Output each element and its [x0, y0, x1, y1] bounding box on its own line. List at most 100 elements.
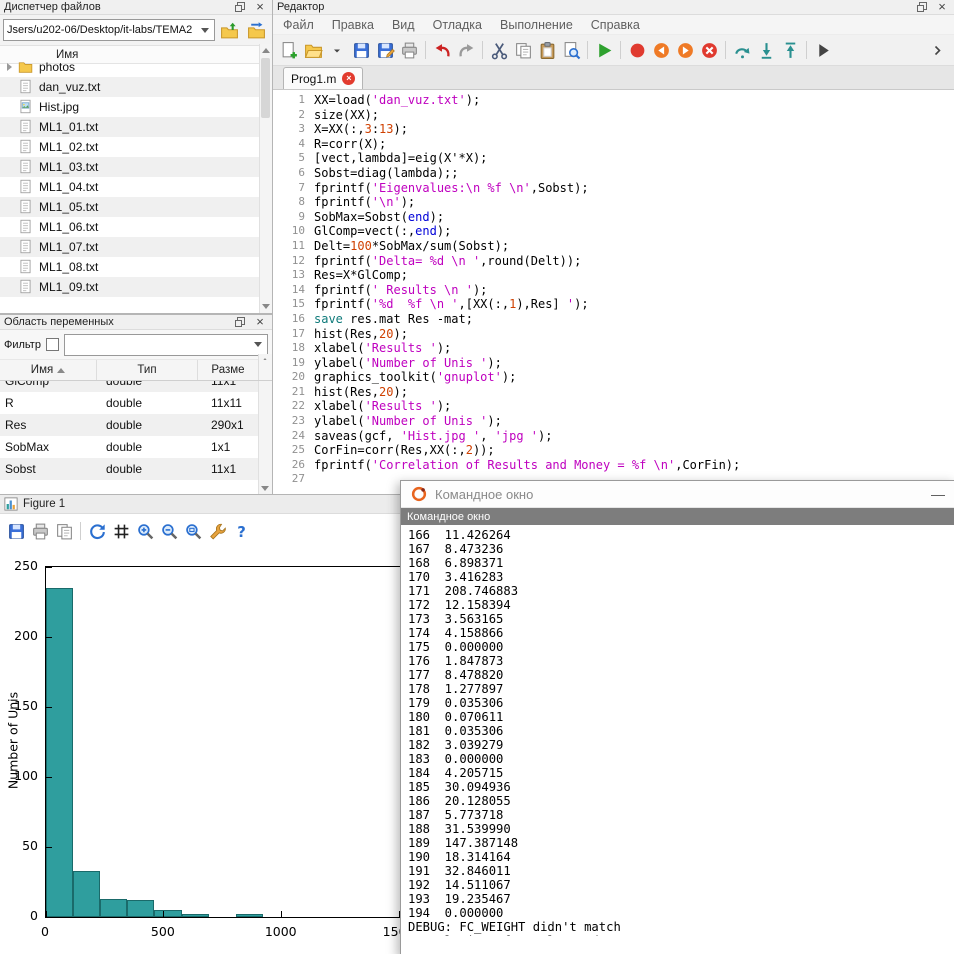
scroll-down-icon[interactable] [262, 304, 270, 309]
save-icon[interactable] [4, 519, 28, 543]
variable-row[interactable]: Rdouble11x11 [0, 392, 272, 414]
file-row[interactable]: ML1_09.txt [0, 277, 260, 297]
undock-icon[interactable] [232, 1, 248, 14]
command-window-dock-header[interactable]: Командное окно [401, 508, 954, 525]
scroll-down-icon[interactable] [261, 486, 269, 491]
step-out-icon[interactable] [778, 38, 802, 62]
tools-icon[interactable] [205, 519, 229, 543]
step-over-icon[interactable] [730, 38, 754, 62]
file-row[interactable]: ML1_08.txt [0, 257, 260, 277]
zoom-fit-icon[interactable] [181, 519, 205, 543]
file-name: Hist.jpg [39, 100, 79, 114]
current-directory-combobox[interactable]: Jsers/u202-06/Desktop/it-labs/TEMA2 [3, 19, 215, 41]
text-file-icon [18, 139, 34, 155]
tab-close-icon[interactable]: × [342, 72, 355, 85]
scroll-up-icon[interactable] [262, 48, 270, 53]
bp-next-icon[interactable] [673, 38, 697, 62]
menu-arrow-icon[interactable] [325, 38, 349, 62]
print-icon[interactable] [397, 38, 421, 62]
folder-browse-icon[interactable] [244, 19, 269, 41]
breakpoint-icon[interactable] [625, 38, 649, 62]
variable-row[interactable]: GlCompdouble11x1 [0, 381, 272, 392]
file-row[interactable]: ML1_05.txt [0, 197, 260, 217]
file-row[interactable]: photos [0, 57, 260, 77]
file-name: ML1_04.txt [39, 180, 98, 194]
variable-type: double [101, 462, 206, 476]
menu-item[interactable]: Справка [591, 18, 640, 32]
filter-checkbox[interactable] [46, 338, 59, 351]
close-icon[interactable]: × [252, 1, 268, 14]
save-as-icon[interactable] [373, 38, 397, 62]
minimize-icon[interactable]: — [931, 486, 945, 502]
new-file-icon[interactable] [277, 38, 301, 62]
file-list-scrollbar[interactable] [259, 44, 272, 313]
menu-item[interactable]: Отладка [433, 18, 482, 32]
chevron-down-icon[interactable] [254, 342, 262, 347]
undock-icon[interactable] [914, 1, 930, 14]
file-row[interactable]: ML1_03.txt [0, 157, 260, 177]
editor-titlebar: Редактор × [273, 0, 954, 15]
zoom-in-icon[interactable] [133, 519, 157, 543]
code-line: 11Delt=100*SobMax/sum(Sobst); [273, 239, 954, 254]
sort-ascending-icon [57, 368, 65, 373]
undock-icon[interactable] [232, 316, 248, 329]
code-editor-area[interactable]: 1XX=load('dan_vuz.txt');2size(XX);3X=XX(… [273, 90, 954, 487]
file-row[interactable]: Hist.jpg [0, 97, 260, 117]
overflow-icon[interactable] [926, 38, 950, 62]
cut-icon[interactable] [487, 38, 511, 62]
help-icon[interactable]: ? [229, 519, 253, 543]
line-number: 10 [273, 224, 314, 239]
chevron-down-icon[interactable] [201, 28, 209, 33]
code-line: 22xlabel('Results '); [273, 399, 954, 414]
expand-chevron-icon[interactable] [7, 63, 12, 71]
undo-icon[interactable] [430, 38, 454, 62]
print-icon[interactable] [28, 519, 52, 543]
bp-prev-icon[interactable] [649, 38, 673, 62]
code-text: fprintf('%d %f \n ',[XX(:,1),Res] '); [314, 297, 589, 312]
refresh-icon[interactable] [85, 519, 109, 543]
variable-row[interactable]: SobMaxdouble1x1 [0, 436, 272, 458]
find-icon[interactable] [559, 38, 583, 62]
column-header-type[interactable]: Тип [97, 360, 198, 380]
menu-item[interactable]: Выполнение [500, 18, 573, 32]
file-row[interactable]: ML1_07.txt [0, 237, 260, 257]
bp-clear-icon[interactable] [697, 38, 721, 62]
paste-icon[interactable] [535, 38, 559, 62]
scrollbar-thumb[interactable] [261, 58, 270, 118]
close-icon[interactable]: × [934, 1, 950, 14]
folder-up-icon[interactable] [217, 19, 242, 41]
command-window-output[interactable]: 166 11.426264 167 8.473236 168 6.898371 … [401, 525, 954, 936]
column-header-size[interactable]: Разме [198, 360, 259, 380]
close-icon[interactable]: × [252, 316, 268, 329]
menu-item[interactable]: Файл [283, 18, 314, 32]
run-icon[interactable] [592, 38, 616, 62]
code-line: 20graphics_toolkit('gnuplot'); [273, 370, 954, 385]
histogram-bar [73, 871, 100, 917]
menu-item[interactable]: Вид [392, 18, 415, 32]
command-window-titlebar[interactable]: Командное окно — [401, 481, 954, 508]
tab-prog1[interactable]: Prog1.m × [283, 67, 363, 89]
continue-icon[interactable] [811, 38, 835, 62]
copy-icon[interactable] [52, 519, 76, 543]
grid-icon[interactable] [109, 519, 133, 543]
file-row[interactable]: ML1_06.txt [0, 217, 260, 237]
line-number: 26 [273, 458, 314, 473]
filter-combobox[interactable] [64, 334, 268, 356]
menu-item[interactable]: Правка [332, 18, 374, 32]
variable-type: double [101, 440, 206, 454]
variable-row[interactable]: Resdouble290x1 [0, 414, 272, 436]
column-header-name[interactable]: Имя [0, 360, 97, 380]
file-row[interactable]: ML1_04.txt [0, 177, 260, 197]
save-icon[interactable] [349, 38, 373, 62]
copy-icon[interactable] [511, 38, 535, 62]
variable-type: double [101, 418, 206, 432]
line-number: 14 [273, 283, 314, 298]
zoom-out-icon[interactable] [157, 519, 181, 543]
file-row[interactable]: ML1_02.txt [0, 137, 260, 157]
redo-icon[interactable] [454, 38, 478, 62]
variable-row[interactable]: Sobstdouble11x1 [0, 458, 272, 480]
file-row[interactable]: ML1_01.txt [0, 117, 260, 137]
open-folder-icon[interactable] [301, 38, 325, 62]
step-in-icon[interactable] [754, 38, 778, 62]
file-row[interactable]: dan_vuz.txt [0, 77, 260, 97]
